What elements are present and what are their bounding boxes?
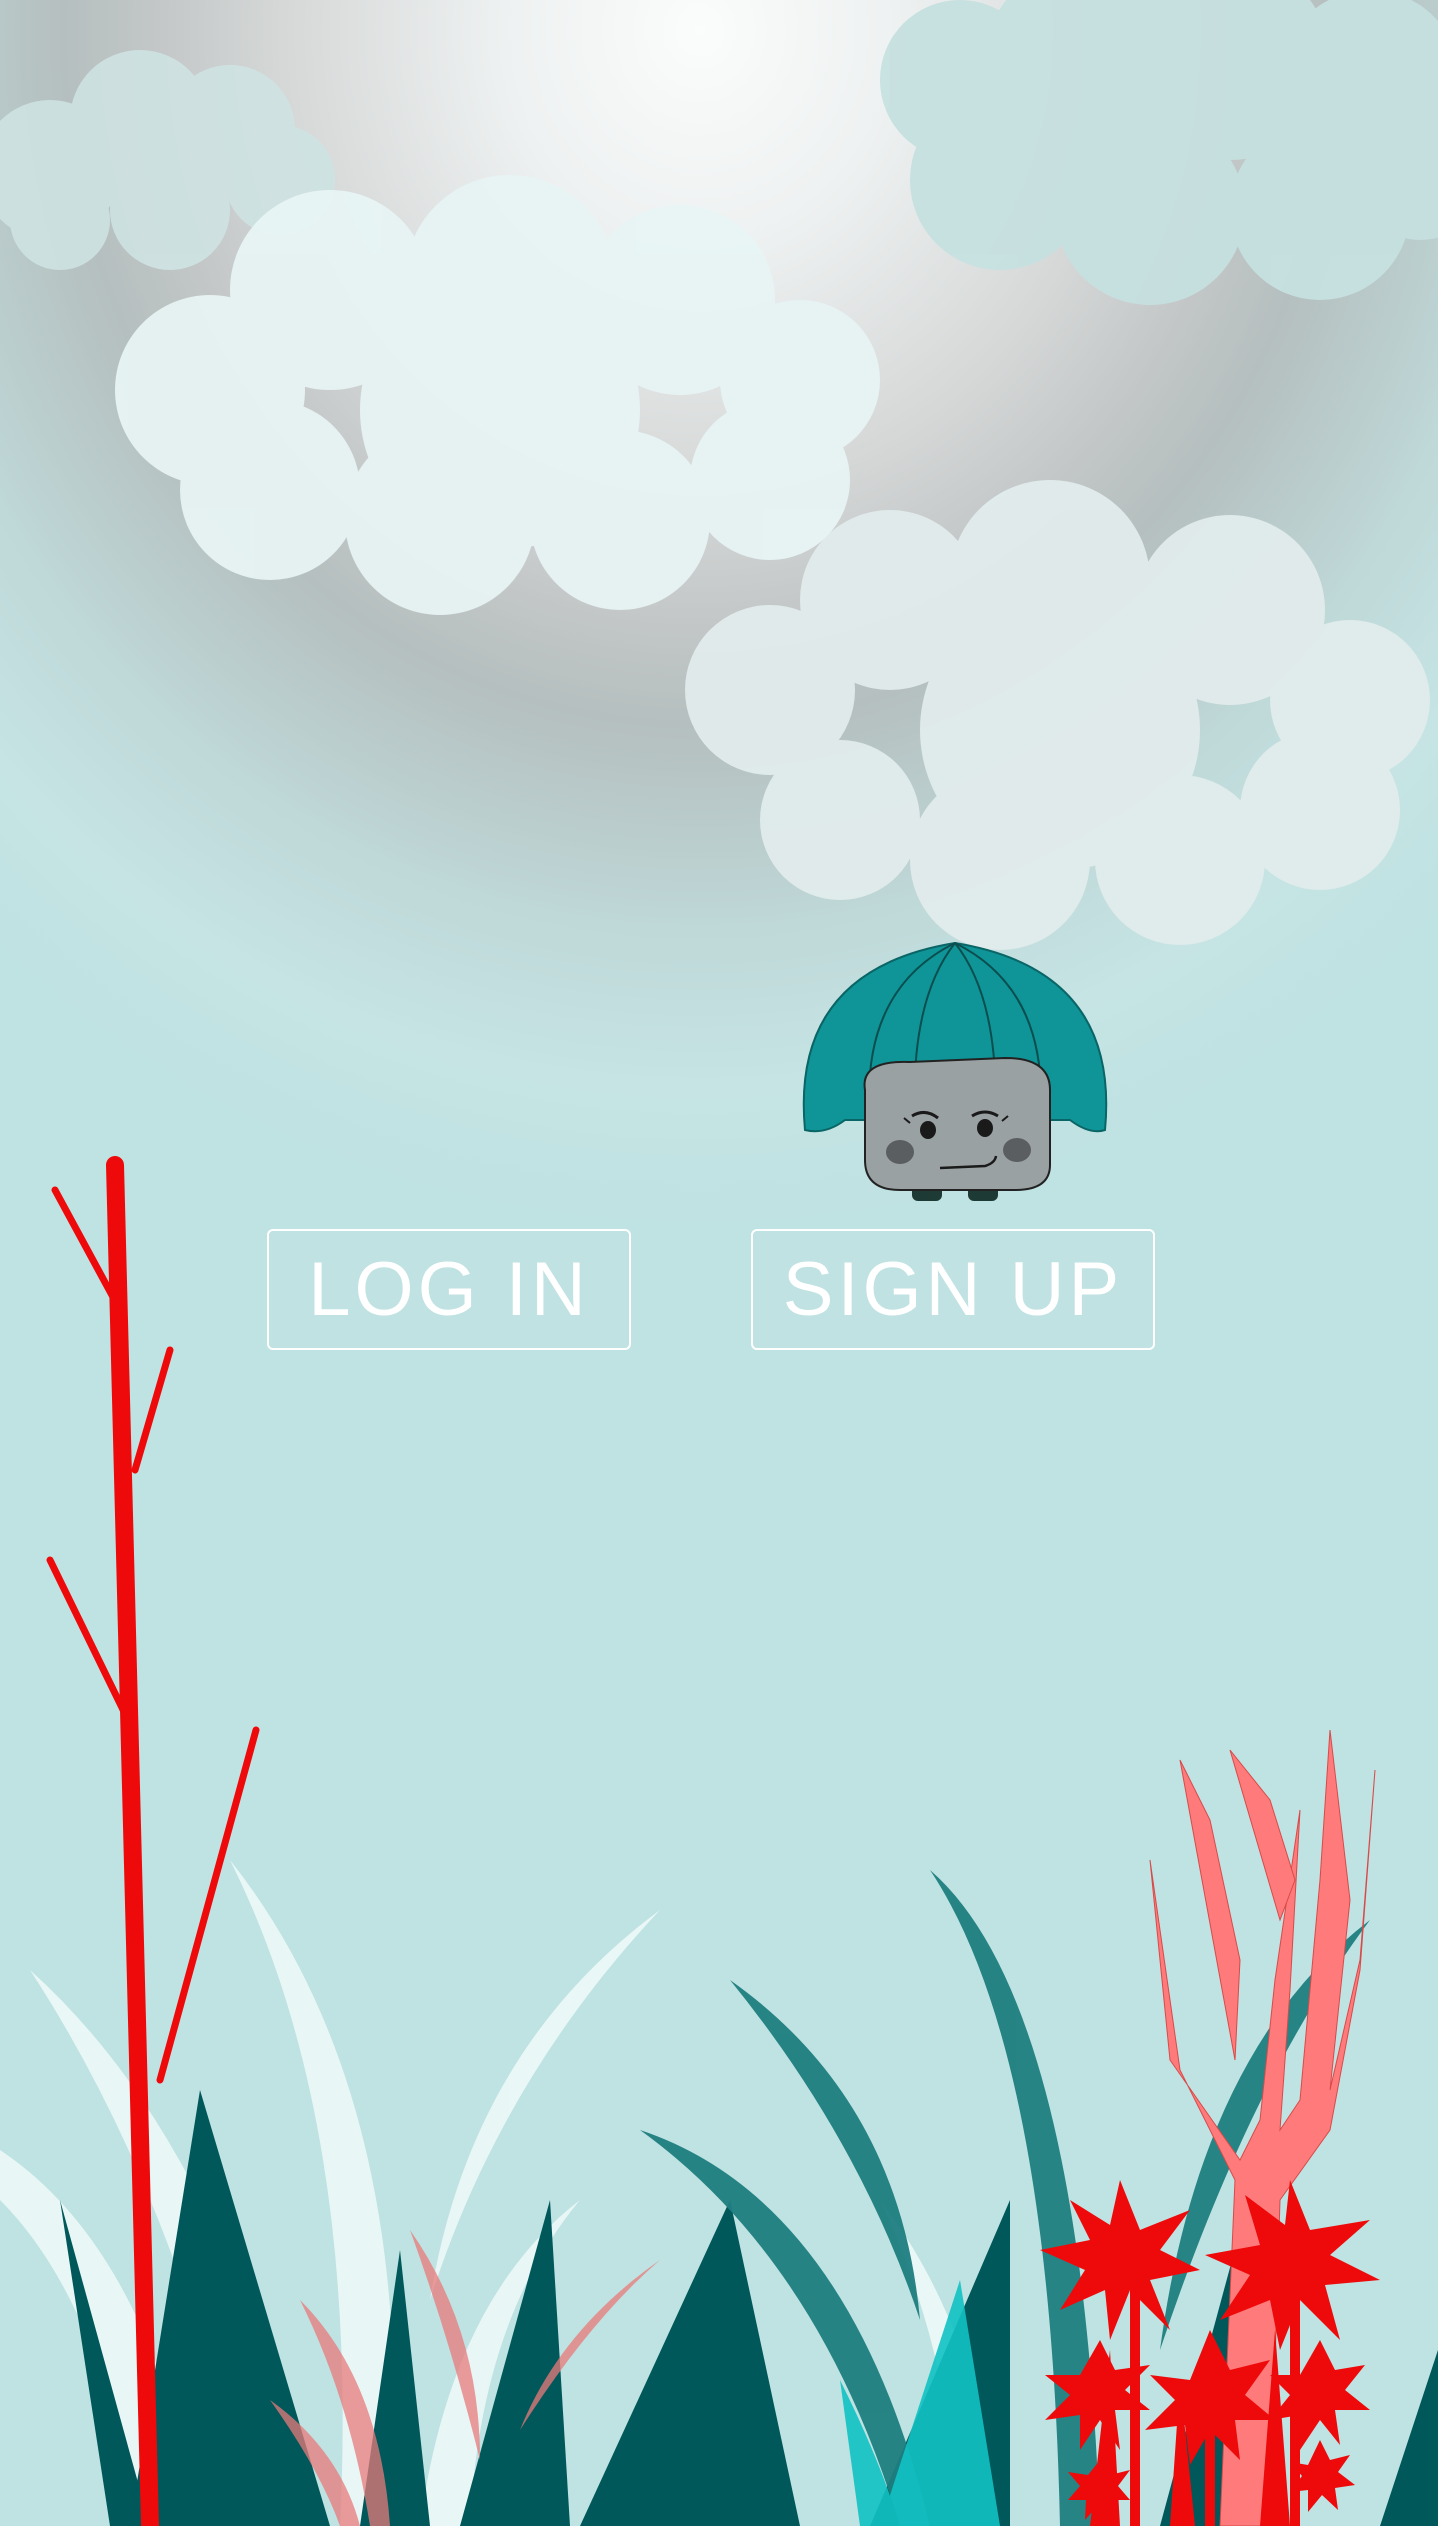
signup-button[interactable]: SIGN UP bbox=[751, 1229, 1155, 1350]
login-button-label: LOG IN bbox=[308, 1247, 590, 1332]
login-button[interactable]: LOG IN bbox=[267, 1229, 631, 1350]
cloud-center-large bbox=[115, 175, 880, 615]
signup-button-label: SIGN UP bbox=[782, 1247, 1124, 1332]
mushroom-mascot-icon bbox=[802, 941, 1108, 1201]
background-scene: LOG IN SIGN UP bbox=[0, 0, 1438, 2526]
red-spiky-flowers bbox=[1040, 2180, 1380, 2526]
cloud-top-right bbox=[880, 0, 1438, 305]
